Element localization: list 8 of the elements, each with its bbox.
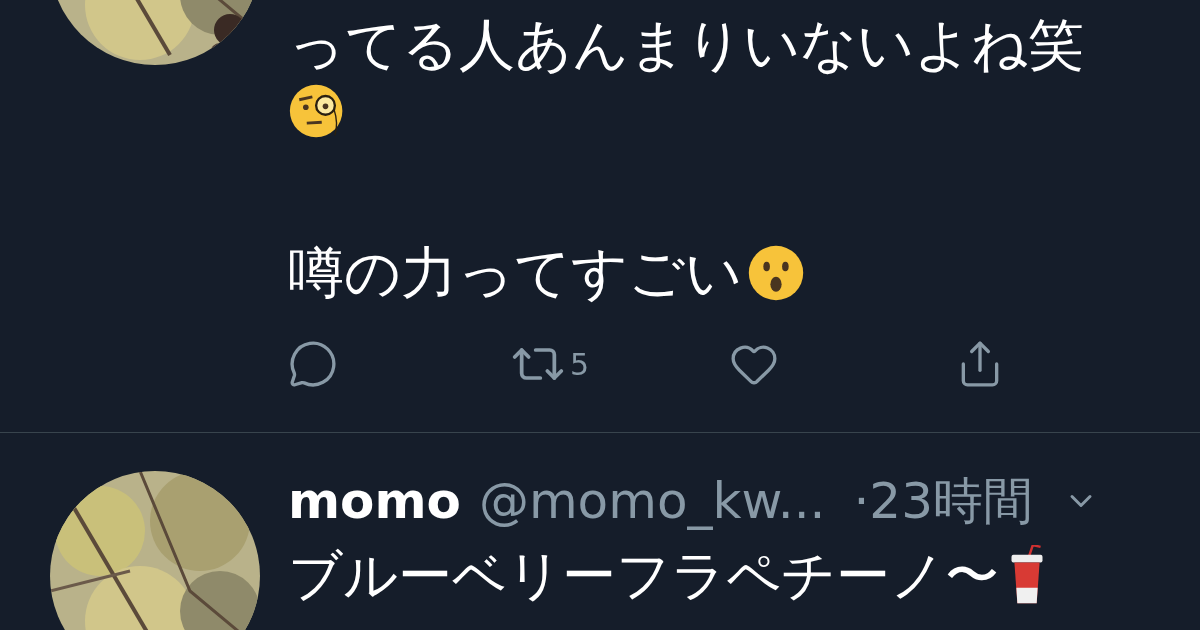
surprised-face-icon: [746, 243, 806, 303]
tweet-text: 噂の力ってすごい: [288, 240, 742, 306]
user-handle: @momo_kw...: [478, 470, 826, 532]
user-name: momo: [288, 470, 461, 532]
tweet-text: ってる人あんまりいないよね笑: [288, 12, 1084, 78]
retweet-button[interactable]: 5: [510, 336, 590, 392]
tweet-text: ブルーベリーフラペチーノ〜: [288, 543, 999, 609]
tweet-time: ·23時間: [853, 470, 1033, 532]
